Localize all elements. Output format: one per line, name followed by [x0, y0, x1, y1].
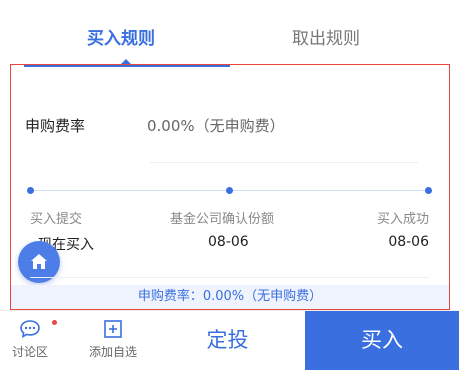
discuss-button[interactable]: 讨论区 [2, 311, 58, 360]
timeline-step-3-label: 买入成功 [376, 212, 429, 227]
tab-redeem-rules[interactable]: 取出规则 [292, 24, 360, 49]
timeline-step-2-label: 基金公司确认份额 [170, 212, 275, 227]
timeline-dot-step-3 [425, 187, 432, 194]
buy-button[interactable]: 买入 [305, 311, 459, 370]
bottom-action-bar: 讨论区 添加自选 定投 买入 [0, 310, 459, 370]
fee-label: 申购费率 [25, 117, 86, 135]
timeline-step-1-label: 买入提交 [30, 212, 83, 227]
fee-notice-bar: 申购费率：0.00%（无申购费） [11, 285, 449, 309]
discuss-label: 讨论区 [11, 345, 48, 359]
add-watchlist-button[interactable]: 添加自选 [80, 311, 146, 360]
chat-bubble-icon [20, 320, 40, 339]
divider [30, 277, 429, 278]
add-watchlist-label: 添加自选 [88, 345, 137, 359]
tab-buy-rules[interactable]: 买入规则 [87, 24, 155, 49]
timeline-dot-step-1 [27, 187, 34, 194]
rules-tab-bar: 买入规则 取出规则 [0, 0, 459, 67]
timeline-step-3-date: 08-06 [388, 234, 429, 250]
timeline-step-2-date: 08-06 [208, 234, 249, 250]
fee-value: 0.00%（无申购费） [147, 117, 285, 135]
plus-square-icon [104, 320, 122, 338]
auto-invest-button[interactable]: 定投 [150, 311, 305, 370]
unread-dot [52, 320, 57, 325]
divider [150, 162, 418, 163]
home-icon [31, 254, 47, 269]
timeline-dot-step-2 [226, 187, 233, 194]
